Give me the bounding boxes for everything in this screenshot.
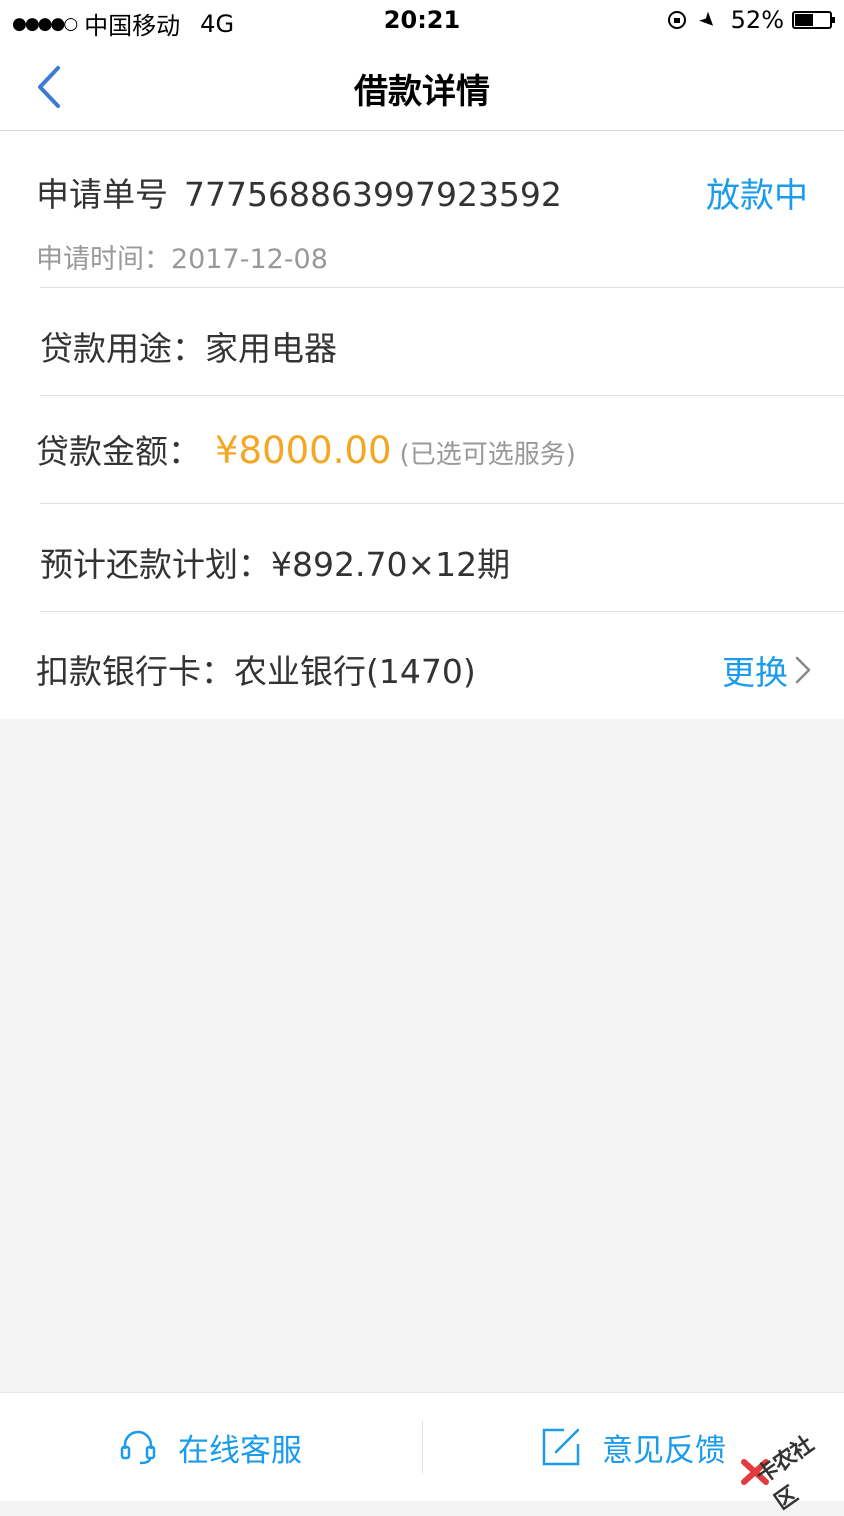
feedback-button[interactable]: 意见反馈: [540, 1393, 726, 1501]
repayment-plan-row: 预计还款计划：¥892.70×12期: [40, 538, 510, 586]
purpose-label: 贷款用途：: [40, 329, 205, 368]
online-service-label: 在线客服: [178, 1432, 302, 1469]
orientation-lock-icon: [667, 11, 686, 29]
divider: [40, 395, 844, 396]
edit-icon: [542, 1428, 580, 1466]
amount-row: 贷款金额： ¥8000.00 (已选可选服务): [36, 425, 576, 473]
change-bank-card-button[interactable]: 更换: [722, 646, 814, 694]
battery-percent: 52%: [730, 6, 784, 34]
divider: [40, 503, 844, 504]
status-badge: 放款中: [706, 176, 808, 216]
amount-value: ¥8000.00: [215, 429, 392, 472]
purpose-row: 贷款用途：家用电器: [40, 322, 337, 370]
online-service-button[interactable]: 在线客服: [118, 1393, 302, 1501]
bottom-action-bar: 在线客服 意见反馈: [0, 1392, 844, 1501]
purpose-value: 家用电器: [205, 329, 337, 368]
status-bar: ●●●●○ 中国移动 4G 20:21 ➤ 52%: [0, 0, 844, 44]
repayment-plan-value: ¥892.70×12期: [271, 545, 511, 584]
apply-time-value: 2017-12-08: [171, 244, 328, 275]
watermark-text: 卡农社区: [751, 1432, 818, 1516]
amount-label: 贷款金额：: [36, 432, 201, 471]
chevron-right-icon: [795, 656, 811, 684]
watermark-logo: 卡农社区: [740, 1410, 836, 1515]
location-arrow-icon: ➤: [693, 5, 723, 35]
feedback-label: 意见反馈: [602, 1432, 726, 1469]
page-title: 借款详情: [354, 72, 490, 112]
order-number: 7775688639979235​92: [184, 175, 562, 214]
divider: [40, 611, 844, 612]
order-row: 申请单号 7775688639979235​92 放款中 申请时间：2017-12…: [0, 131, 844, 287]
navigation-bar: 借款详情: [0, 44, 844, 131]
bottom-divider: [422, 1421, 423, 1473]
headset-icon: [120, 1430, 156, 1465]
amount-note: (已选可选服务): [399, 440, 576, 470]
battery-fill: [795, 14, 813, 26]
repayment-plan-label: 预计还款计划：: [40, 545, 271, 584]
divider: [40, 287, 844, 288]
bank-card-row: 扣款银行卡：农业银行(1470): [36, 645, 476, 693]
status-right: ➤ 52%: [667, 5, 835, 35]
change-label: 更换: [722, 653, 788, 692]
bank-card-label: 扣款银行卡：: [36, 652, 234, 691]
apply-time-line: 申请时间：2017-12-08: [36, 237, 328, 276]
apply-time-label: 申请时间：: [36, 244, 171, 275]
order-number-line: 申请单号 7775688639979235​92: [36, 168, 562, 216]
bank-card-value: 农业银行(1470): [234, 652, 476, 691]
battery-icon: [792, 11, 835, 29]
order-number-label: 申请单号: [36, 175, 168, 214]
loan-detail-card: 申请单号 7775688639979235​92 放款中 申请时间：2017-12…: [0, 131, 844, 719]
